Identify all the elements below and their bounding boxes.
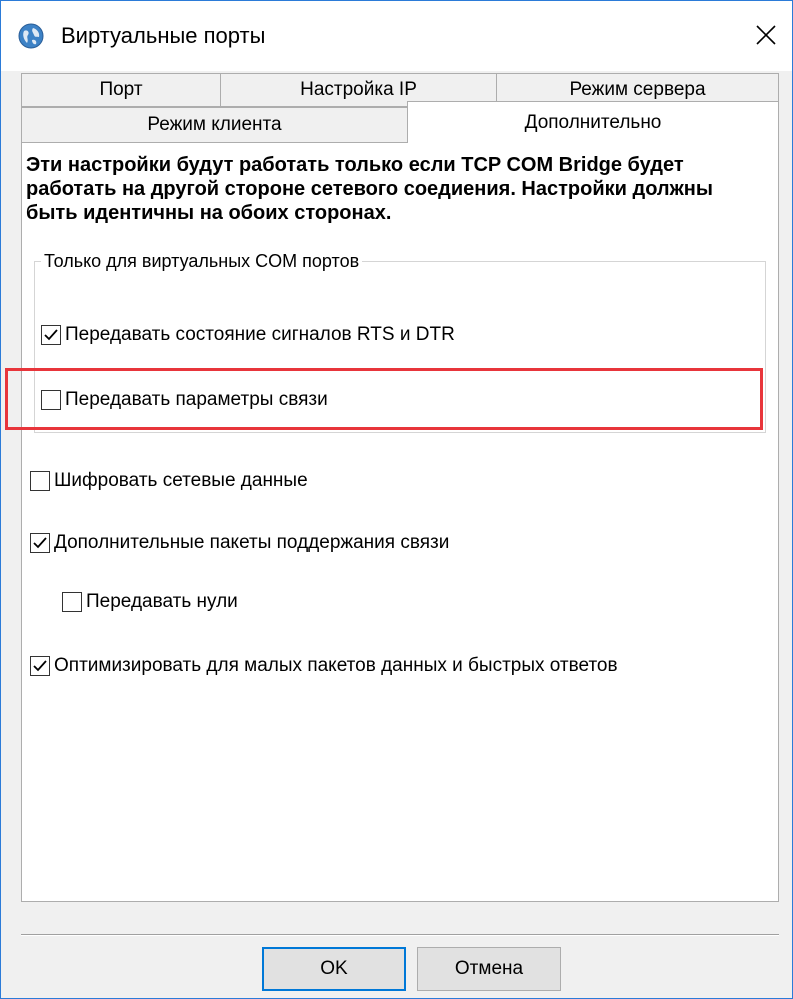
encrypt-label: Шифровать сетевые данные xyxy=(54,470,308,491)
close-icon xyxy=(756,25,776,45)
rts-dtr-checkbox[interactable] xyxy=(41,325,61,345)
checkmark-icon xyxy=(33,660,47,672)
optimize-checkbox[interactable] xyxy=(30,656,50,676)
send-zeros-checkbox-row[interactable]: Передавать нули xyxy=(62,591,238,613)
virtual-com-groupbox: Только для виртуальных COM портов Переда… xyxy=(34,249,766,433)
encrypt-checkbox-row[interactable]: Шифровать сетевые данные xyxy=(30,470,308,492)
keepalive-label: Дополнительные пакеты поддержания связи xyxy=(54,532,450,553)
window-title: Виртуальные порты xyxy=(61,23,266,48)
comm-params-checkbox[interactable] xyxy=(41,390,61,410)
close-button[interactable] xyxy=(746,15,786,55)
rts-dtr-checkbox-row[interactable]: Передавать состояние сигналов RTS и DTR xyxy=(41,324,455,346)
info-text: Эти настройки будут работать только если… xyxy=(26,154,713,224)
tab-port[interactable]: Порт xyxy=(21,73,221,107)
cancel-button[interactable]: Отмена xyxy=(417,947,561,991)
optimize-label: Оптимизировать для малых пакетов данных … xyxy=(54,655,618,676)
groupbox-title: Только для виртуальных COM портов xyxy=(41,249,363,273)
keepalive-checkbox-row[interactable]: Дополнительные пакеты поддержания связи xyxy=(30,532,449,554)
tab-client-mode[interactable]: Режим клиента xyxy=(21,107,408,143)
tab-advanced[interactable]: Дополнительно xyxy=(407,101,779,143)
send-zeros-label: Передавать нули xyxy=(86,591,238,612)
rts-dtr-label: Передавать состояние сигналов RTS и DTR xyxy=(65,324,455,345)
title-bar[interactable]: Виртуальные порты xyxy=(1,1,792,71)
send-zeros-checkbox[interactable] xyxy=(62,592,82,612)
optimize-checkbox-row[interactable]: Оптимизировать для малых пакетов данных … xyxy=(30,655,618,677)
checkmark-icon xyxy=(44,329,58,341)
separator-line xyxy=(21,934,779,936)
tab-panel-advanced: Эти настройки будут работать только если… xyxy=(21,142,779,902)
checkmark-icon xyxy=(33,537,47,549)
app-globe-icon xyxy=(18,23,44,49)
encrypt-checkbox[interactable] xyxy=(30,471,50,491)
comm-params-checkbox-row[interactable]: Передавать параметры связи xyxy=(41,389,328,411)
ok-button[interactable]: OK xyxy=(262,947,406,991)
comm-params-label: Передавать параметры связи xyxy=(65,389,328,410)
keepalive-checkbox[interactable] xyxy=(30,533,50,553)
dialog-window: Виртуальные порты Порт Настройка IP Режи… xyxy=(0,0,793,999)
